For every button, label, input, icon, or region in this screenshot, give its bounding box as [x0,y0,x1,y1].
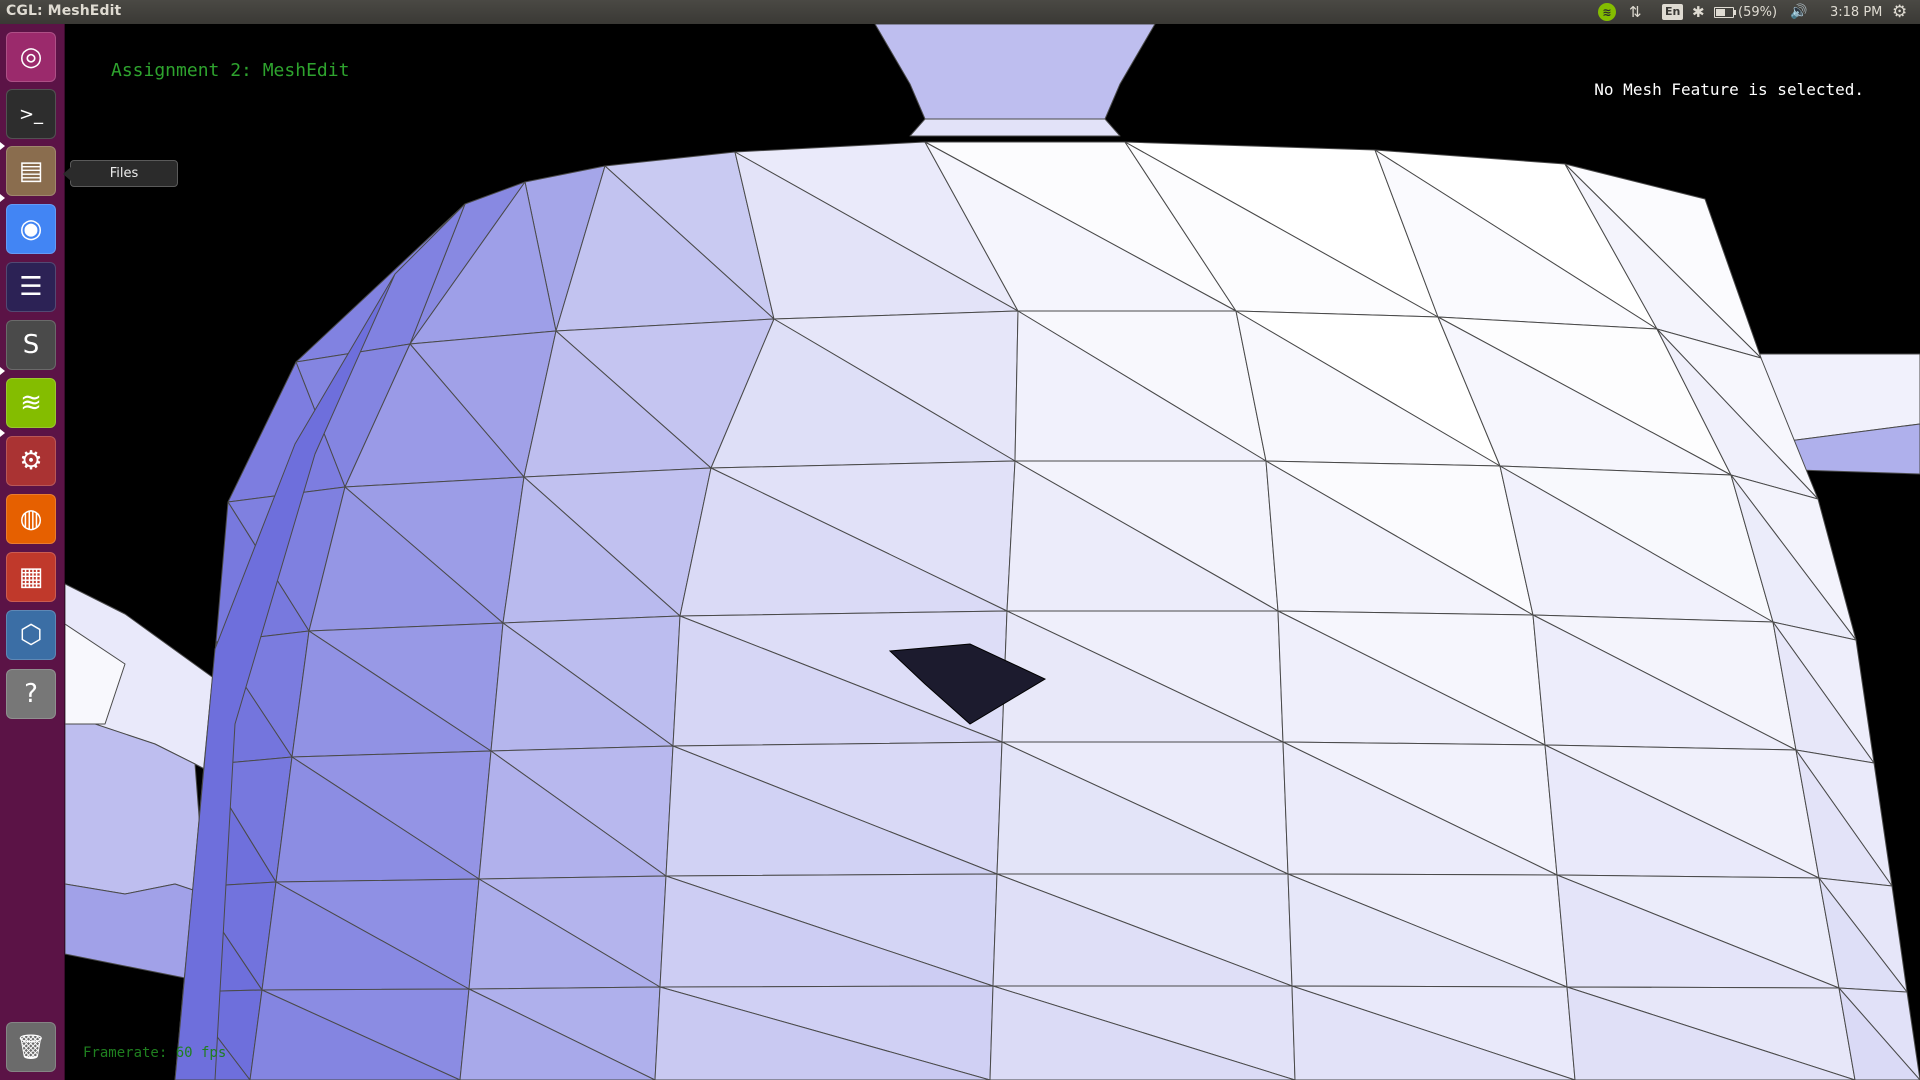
session-gear-icon[interactable]: ⚙ [1892,2,1907,22]
teapot-mesh[interactable] [65,24,1920,1080]
lid-knob-face[interactable] [874,24,1156,120]
running-indicator [0,194,5,202]
ubuntu-dash-icon: ◎ [19,42,43,72]
help-icon: ? [24,679,38,709]
sublime-text-icon: S [22,330,40,360]
launcher-system-settings[interactable]: ⚙ [6,436,56,486]
lid-knob-face[interactable] [909,118,1121,137]
trash-icon: 🗑 [15,1033,47,1061]
framerate-label: Framerate: 60 fps [83,1045,227,1061]
launcher-spotify[interactable]: ≋ [6,378,56,428]
launcher-help[interactable]: ? [6,669,56,719]
battery-icon [1714,6,1736,18]
firefox-icon: ◍ [19,504,43,534]
virtualbox-icon: ⬡ [19,620,43,650]
launcher-terminal[interactable]: >_ [6,89,56,139]
launcher-sublime-text[interactable]: S [6,320,56,370]
launcher: ◎ >_ ▤ ◉ ☰ S ≋ ⚙ ◍ ▦ ⬡? 🗑 [0,24,65,1080]
terminal-icon: >_ [18,103,44,125]
app-title: Assignment 2: MeshEdit [111,60,350,81]
selection-status: No Mesh Feature is selected. [1594,80,1864,99]
chrome-icon: ◉ [19,214,43,244]
spotify-icon: ≋ [20,388,42,418]
software-center-icon: ▦ [18,562,44,592]
battery-percent: (59%) [1738,4,1778,20]
launcher-firefox[interactable]: ◍ [6,494,56,544]
launcher-software-center[interactable]: ▦ [6,552,56,602]
launcher-eclipse[interactable]: ☰ [6,262,56,312]
running-indicator [0,142,5,150]
system-settings-icon: ⚙ [19,446,43,476]
running-indicator [0,429,5,437]
files-icon: ▤ [18,156,44,186]
launcher-chrome[interactable]: ◉ [6,204,56,254]
bluetooth-icon[interactable]: ✱ [1692,2,1705,22]
spotify-tray-icon[interactable]: ≋ [1598,2,1616,22]
clock[interactable]: 3:18 PM [1830,2,1882,22]
launcher-virtualbox[interactable]: ⬡ [6,610,56,660]
network-updown-icon[interactable]: ⇅ [1629,2,1642,22]
volume-icon[interactable]: 🔊 [1790,2,1807,22]
launcher-files[interactable]: ▤ [6,146,56,196]
launcher-tooltip: Files [63,160,178,187]
running-indicator [0,367,5,375]
eclipse-icon: ☰ [19,272,43,302]
window-title: CGL: MeshEdit [6,3,122,19]
launcher-trash[interactable]: 🗑 [6,1022,56,1072]
top-panel: CGL: MeshEdit ≋ ⇅ En ✱ (59%) 🔊 3:18 PM ⚙ [0,0,1920,24]
keyboard-layout-indicator[interactable]: En [1662,2,1684,22]
mesh-viewport[interactable]: Assignment 2: MeshEdit No Mesh Feature i… [65,24,1920,1080]
battery-indicator[interactable]: (59%) [1714,2,1777,22]
launcher-ubuntu-dash[interactable]: ◎ [6,32,56,82]
